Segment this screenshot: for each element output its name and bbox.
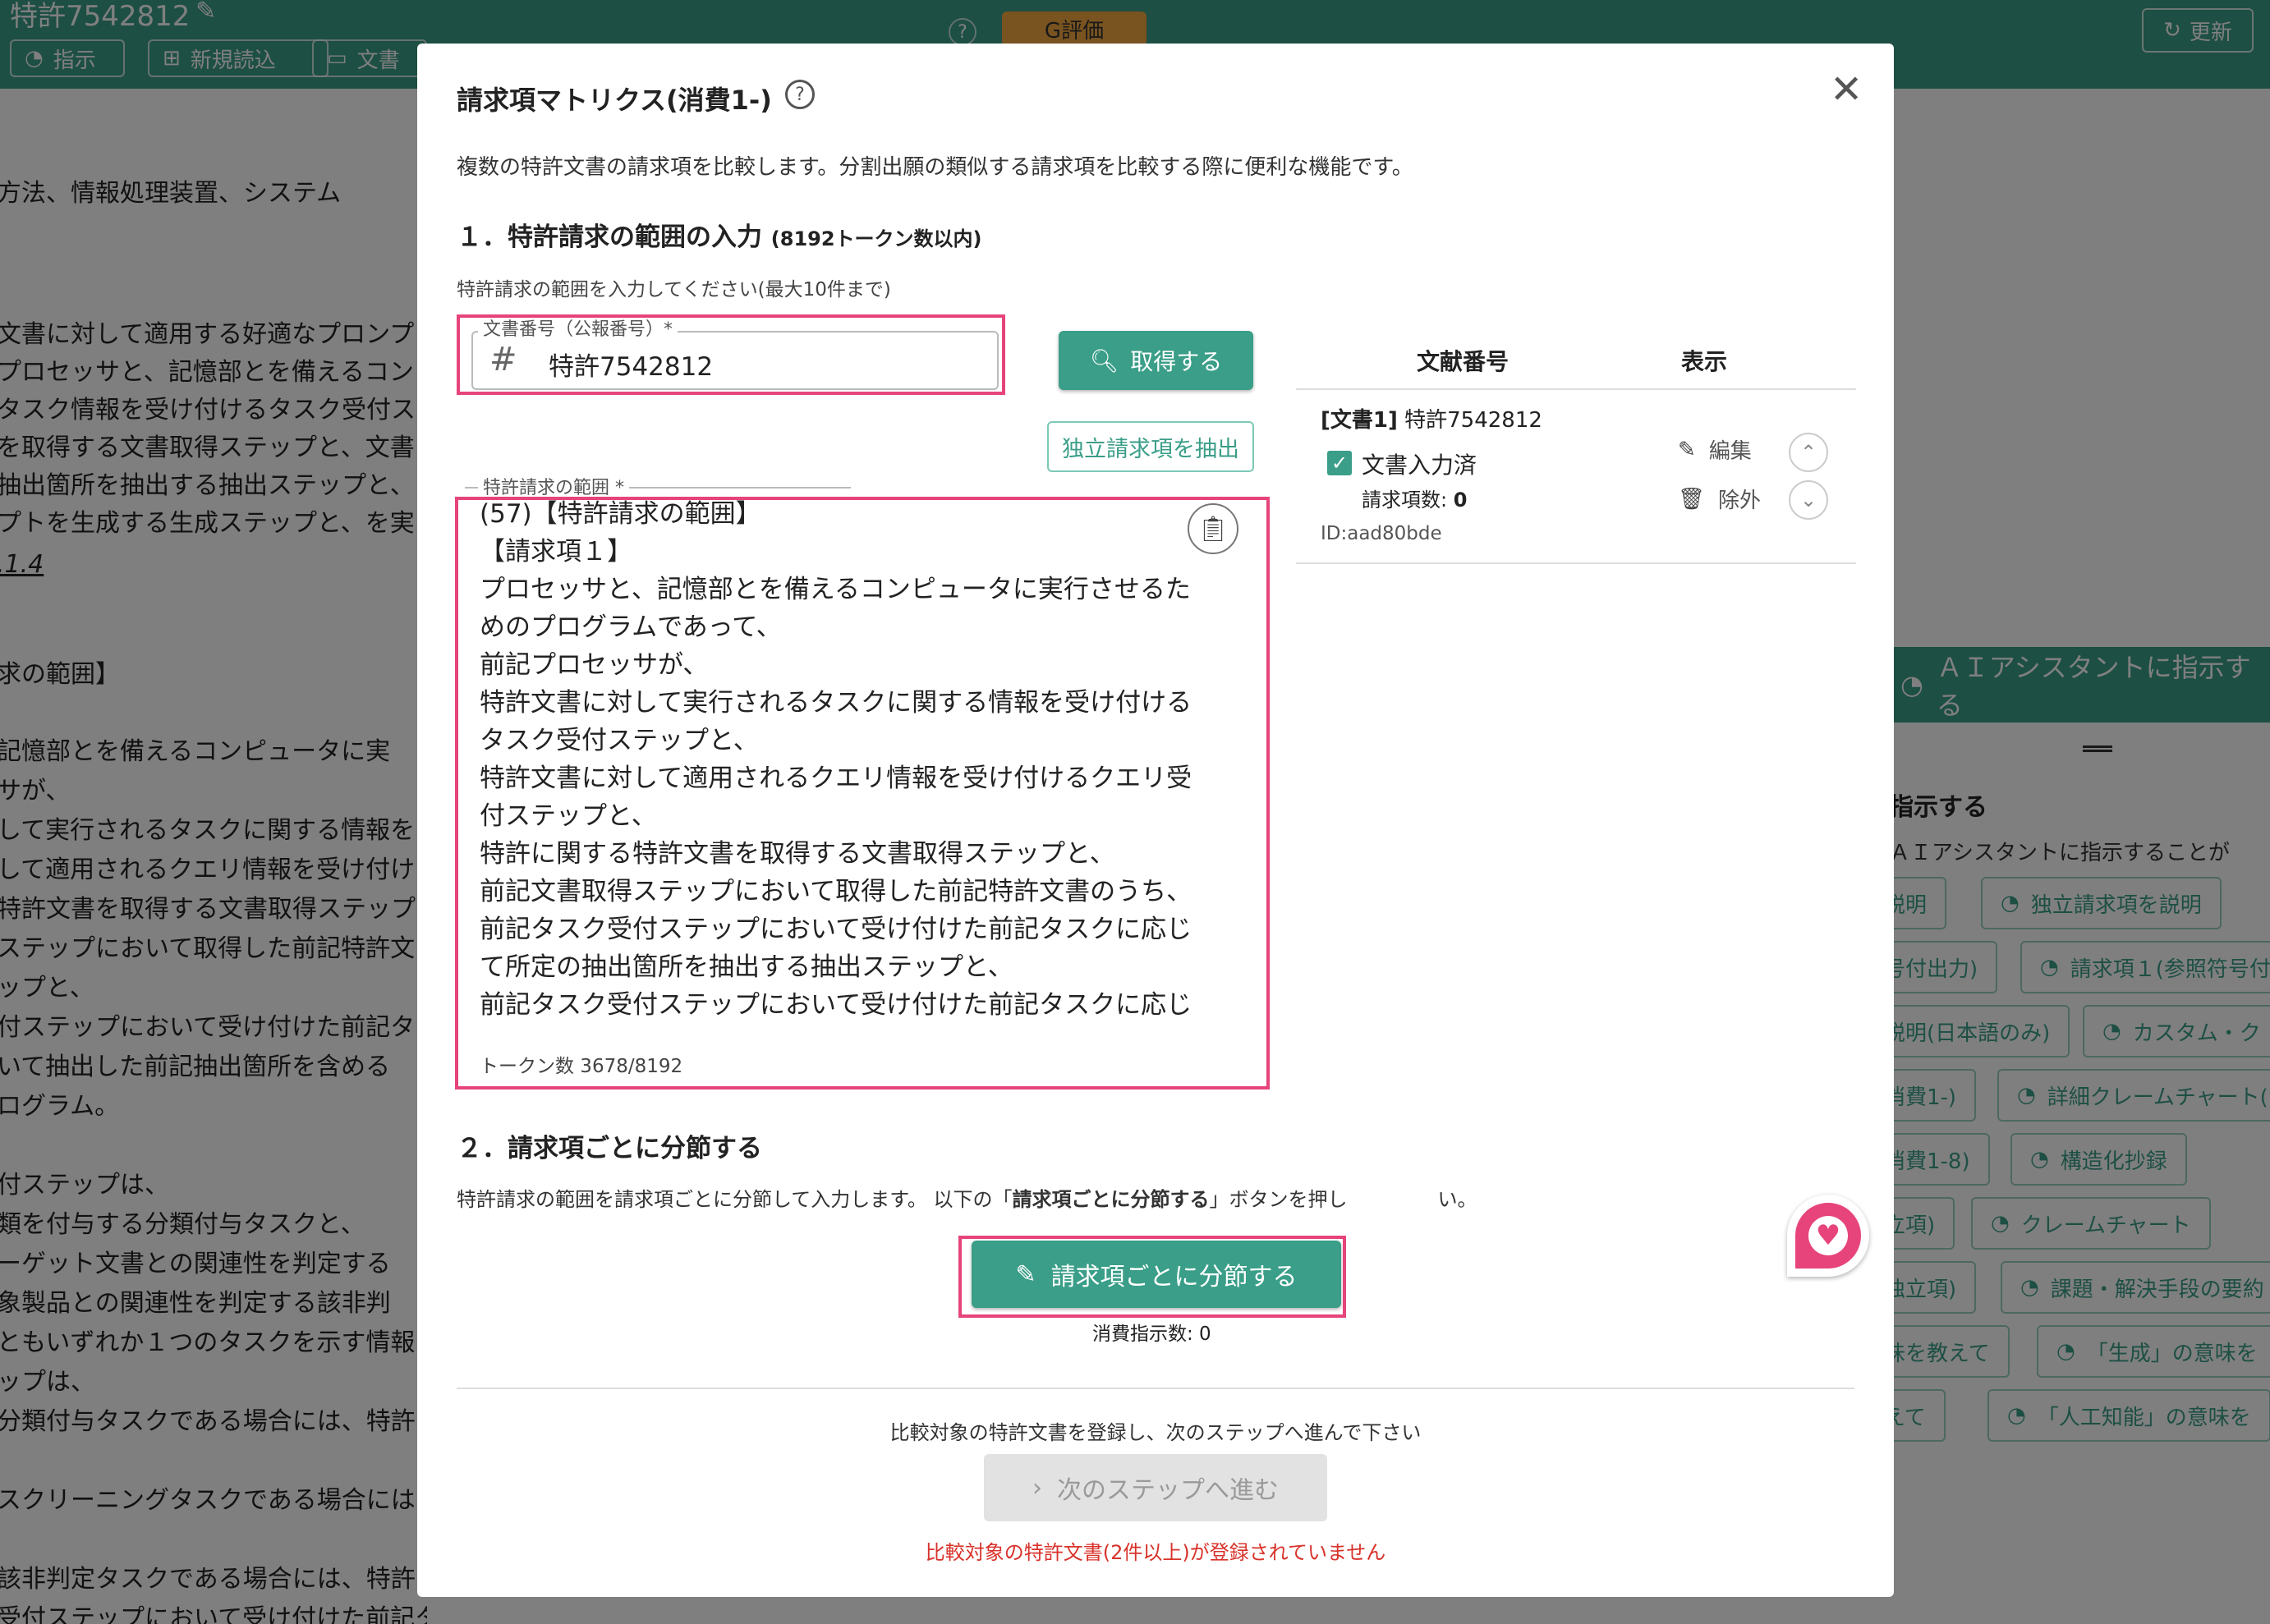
highlight-frame xyxy=(958,1236,1346,1318)
dialog-description: 複数の特許文書の請求項を比較します。分割出願の類似する請求項を比較する際に便利な… xyxy=(457,155,1413,180)
search-icon: 🔍︎ xyxy=(1089,346,1119,374)
column-view: 表示 xyxy=(1681,348,1728,375)
next-instruction: 比較対象の特許文書を登録し、次のステップへ進んで下さい xyxy=(889,1421,1422,1444)
claims-matrix-dialog: 請求項マトリクス(消費1-) ? ✕ 複数の特許文書の請求項を比較します。分割出… xyxy=(417,44,1894,1597)
close-icon[interactable]: ✕ xyxy=(1830,67,1863,112)
heart-pin-icon: ♥ xyxy=(1787,1195,1869,1277)
chevron-right-icon: › xyxy=(1032,1473,1042,1502)
section1-heading: １．特許請求の範囲の入力 (8192トークン数以内) xyxy=(457,222,982,252)
dialog-title: 請求項マトリクス(消費1-) xyxy=(457,85,772,116)
token-count: トークン数 3678/8192 xyxy=(480,1056,683,1077)
error-message: 比較対象の特許文書(2件以上)が登録されていません xyxy=(925,1541,1386,1564)
section1-instruction: 特許請求の範囲を入力してください(最大10件まで) xyxy=(457,279,891,300)
remove-button[interactable]: 🗑︎ 除外 xyxy=(1678,484,1761,514)
section2-heading: ２．請求項ごとに分節する xyxy=(457,1134,762,1163)
chevron-down-icon[interactable]: ⌄ xyxy=(1789,480,1828,520)
pencil-icon: ✎ xyxy=(1678,437,1696,462)
column-doc-number: 文献番号 xyxy=(1417,348,1510,375)
document-id: ID:aad80bde xyxy=(1321,523,1442,544)
checkbox-icon[interactable]: ✓ xyxy=(1327,451,1352,475)
consumption-count: 消費指示数: 0 xyxy=(1092,1324,1211,1345)
fetch-button[interactable]: 🔍︎ 取得する xyxy=(1059,331,1253,390)
divider xyxy=(457,1388,1854,1389)
next-step-button[interactable]: › 次のステップへ進む xyxy=(984,1454,1327,1521)
section2-instruction: 特許請求の範囲を請求項ごとに分節して入力します。 以下の「請求項ごとに分節する」… xyxy=(457,1188,1477,1211)
status-label: 文書入力済 xyxy=(1362,452,1477,479)
help-icon[interactable]: ? xyxy=(785,80,815,109)
extract-independent-claims-button[interactable]: 独立請求項を抽出 xyxy=(1047,421,1254,472)
chevron-up-icon[interactable]: ⌃ xyxy=(1789,433,1828,472)
trash-icon: 🗑︎ xyxy=(1678,486,1706,512)
highlight-frame xyxy=(457,314,1005,395)
table-row-doc: [文書1] 特許7542812 xyxy=(1321,408,1542,433)
divider xyxy=(1296,388,1856,390)
divider xyxy=(1296,562,1856,564)
edit-button[interactable]: ✎ 編集 xyxy=(1678,434,1752,465)
claim-count: 請求項数: 0 xyxy=(1362,489,1468,512)
heart-icon: ♥ xyxy=(1808,1216,1848,1255)
highlight-frame xyxy=(455,497,1270,1090)
